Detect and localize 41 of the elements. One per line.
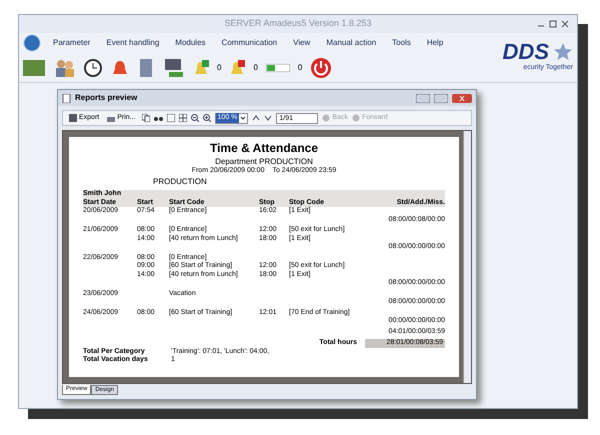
maximize-icon[interactable]	[434, 94, 448, 102]
menu-item[interactable]: Tools	[392, 37, 411, 49]
alarm-count: 0	[253, 62, 258, 74]
zoom-in-icon[interactable]	[202, 114, 211, 122]
clock-icon[interactable]	[83, 58, 103, 78]
document-icon	[62, 94, 71, 102]
vertical-scrollbar[interactable]	[463, 131, 471, 383]
menu-item[interactable]: Communication	[222, 37, 278, 49]
report-title: Time & Attendance	[210, 141, 318, 156]
bell-check-icon[interactable]	[193, 58, 209, 76]
company-logo: DDS	[502, 41, 549, 64]
section-heading: PRODUCTION	[153, 176, 207, 186]
bell-alarm-icon[interactable]	[229, 58, 246, 76]
progress-icon[interactable]	[266, 64, 290, 72]
menu-item[interactable]: Modules	[175, 37, 206, 49]
menu-item[interactable]: View	[293, 37, 310, 49]
window-title: Reports preview	[75, 92, 138, 104]
people-icon[interactable]	[53, 58, 75, 76]
close-icon[interactable]	[452, 94, 472, 102]
event-count: 0	[217, 62, 222, 74]
star-icon	[553, 42, 573, 62]
close-icon[interactable]	[561, 20, 569, 28]
computer-icon[interactable]	[163, 58, 185, 78]
menu-item[interactable]: Help	[426, 37, 444, 49]
copy-icon[interactable]	[142, 114, 150, 122]
department-heading: Department PRODUCTION	[215, 156, 313, 166]
menu-item[interactable]: Event handling	[106, 37, 160, 49]
image-icon[interactable]	[23, 60, 45, 76]
power-icon[interactable]	[310, 56, 332, 78]
binoculars-icon[interactable]	[154, 114, 163, 122]
multi-page-icon[interactable]	[178, 114, 187, 122]
bell-icon[interactable]	[111, 58, 129, 76]
window-title: SERVER Amadeus5 Version 1.8.253	[224, 17, 372, 30]
single-page-icon[interactable]	[166, 114, 175, 122]
zoom-out-icon[interactable]	[190, 114, 199, 122]
menu-item[interactable]: Parameter	[53, 37, 90, 49]
status-count: 0	[298, 62, 302, 74]
app-logo-icon[interactable]	[23, 34, 41, 52]
maximize-icon[interactable]	[549, 20, 557, 28]
minimize-icon[interactable]	[416, 94, 430, 102]
menu-item[interactable]: Manual action	[326, 37, 376, 49]
